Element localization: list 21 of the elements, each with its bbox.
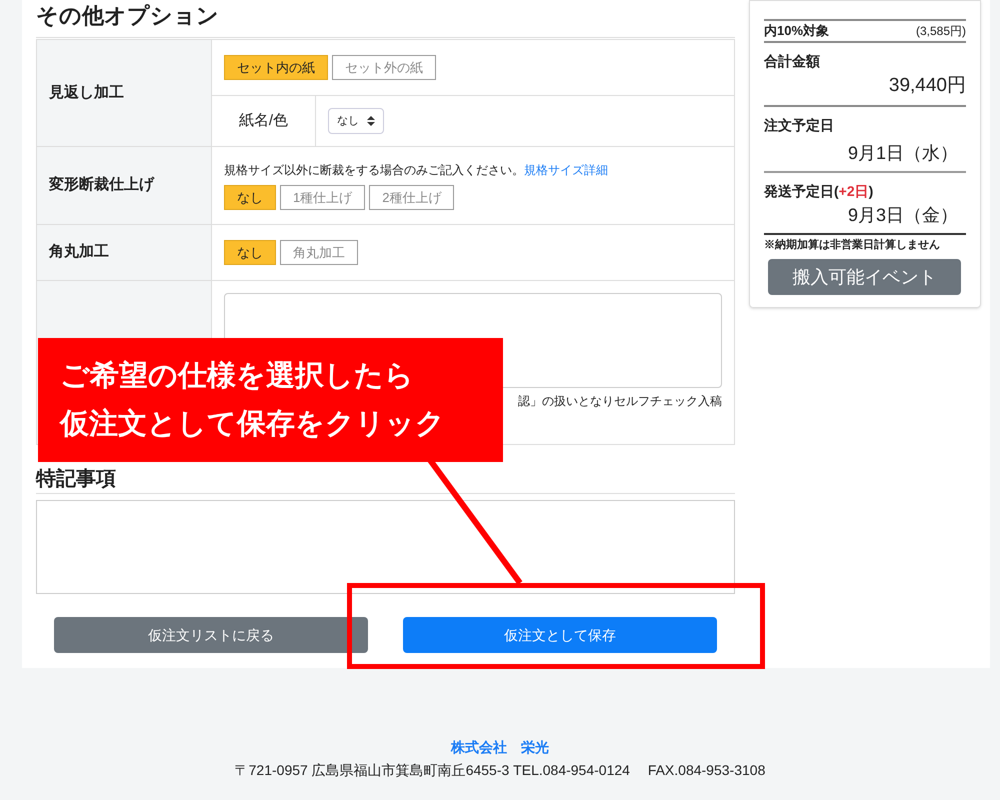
order-date-label: 注文予定日 — [764, 116, 835, 134]
ship-date-label: 発送予定日(+2日) — [764, 182, 874, 201]
callout-text: ご希望の仕様を選択したら — [60, 359, 415, 394]
option-label: 見返し加工 — [49, 82, 124, 103]
paper-color-label: 紙名/色 — [238, 110, 288, 131]
order-date: 9月1日（水） — [846, 142, 959, 164]
tax-value: (3,585円) — [916, 23, 966, 40]
option-note: 規格サイズ以外に断裁をする場合のみご記入ください。 — [224, 163, 524, 177]
section-title: その他オプション — [36, 2, 220, 30]
company-address: 〒721-0957 広島県福山市箕島町南丘6455-3 TEL.084-954-0124 FAX.084-953-3108 — [234, 761, 766, 780]
callout-text: 仮注文として保存をクリック — [60, 406, 446, 442]
option-note: 認」の扱いとなりセルフチェック入稿 — [518, 394, 722, 408]
total-label: 合計金額 — [764, 52, 821, 71]
option-label: 変形断裁仕上げ — [49, 175, 154, 196]
option-label: 角丸加工 — [49, 242, 109, 262]
company-name: 株式会社 栄光 — [451, 738, 549, 757]
total-value: 39,440円 — [888, 74, 966, 98]
tax-label: 内10%対象 — [764, 22, 830, 40]
ship-date: 9月3日（金） — [846, 204, 959, 226]
delivery-note: ※納期加算は非営業日計算しません — [764, 238, 941, 252]
section-title: 特記事項 — [36, 467, 117, 491]
